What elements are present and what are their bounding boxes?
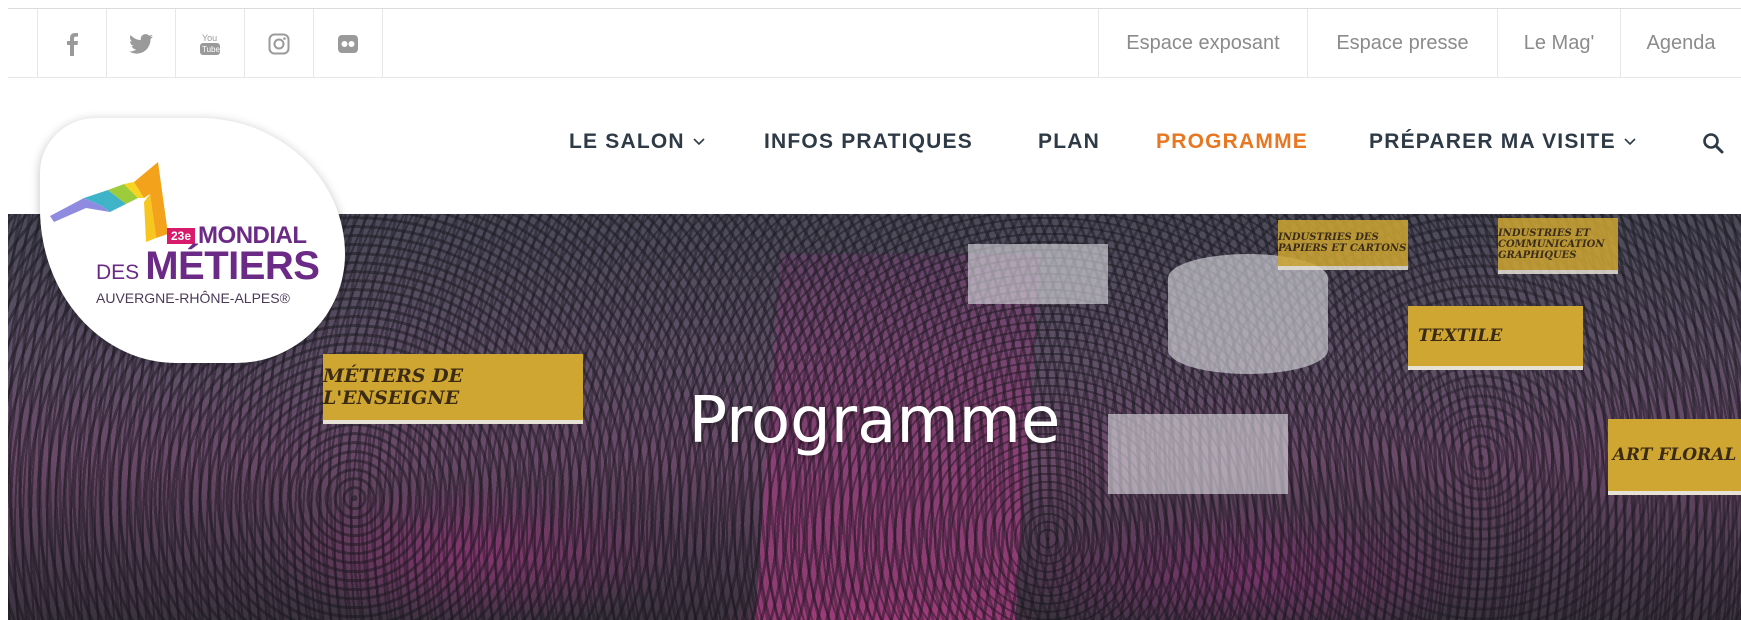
search-icon [1703, 133, 1724, 154]
logo-line-2: DES MÉTIERS [96, 244, 320, 289]
youtube-icon: You Tube [200, 33, 220, 55]
hero-sign: INDUSTRIES ET COMMUNICATION GRAPHIQUES [1498, 218, 1618, 270]
hero-sign: TEXTILE [1408, 306, 1583, 366]
facebook-icon [67, 32, 78, 56]
twitter-link[interactable] [107, 9, 176, 78]
nav-le-salon-label: LE SALON [569, 130, 685, 153]
link-agenda[interactable]: Agenda [1621, 9, 1741, 78]
hero-sign: INDUSTRIES DES PAPIERS ET CARTONS [1278, 220, 1408, 266]
logo-des: DES [96, 261, 140, 284]
twitter-icon [129, 33, 153, 54]
nav-preparer-ma-visite[interactable]: PRÉPARER MA VISITE [1369, 130, 1636, 154]
nav-plan[interactable]: PLAN [1038, 130, 1100, 154]
svg-text:Tube: Tube [202, 45, 220, 54]
hero-booth [968, 244, 1108, 304]
chevron-down-icon [693, 138, 705, 146]
link-espace-exposant[interactable]: Espace exposant [1099, 9, 1308, 78]
hero-booth [1168, 254, 1328, 374]
chevron-down-icon [1624, 138, 1636, 146]
logo-metiers: MÉTIERS [145, 244, 320, 288]
flickr-link[interactable] [314, 9, 383, 78]
search-button[interactable] [1702, 132, 1724, 159]
page-title: Programme [688, 384, 1061, 458]
logo-edition-badge: 23e [167, 228, 196, 244]
flickr-icon [338, 34, 358, 53]
utility-links: Espace exposant Espace presse Le Mag' Ag… [1098, 9, 1741, 78]
nav-infos-pratiques[interactable]: INFOS PRATIQUES [764, 130, 973, 154]
instagram-link[interactable] [245, 9, 314, 78]
facebook-link[interactable] [38, 9, 107, 78]
nav-preparer-label: PRÉPARER MA VISITE [1369, 130, 1616, 153]
nav-le-salon[interactable]: LE SALON [569, 130, 705, 154]
link-espace-presse[interactable]: Espace presse [1308, 9, 1498, 78]
link-le-mag[interactable]: Le Mag' [1498, 9, 1621, 78]
nav-programme[interactable]: PROGRAMME [1156, 130, 1308, 154]
social-links: You Tube [37, 9, 383, 78]
instagram-icon [268, 33, 290, 54]
svg-text:You: You [202, 33, 217, 43]
logo-region: AUVERGNE-RHÔNE-ALPES® [96, 290, 290, 306]
top-bar: You Tube Espace exposant Espace presse Le… [8, 8, 1741, 78]
youtube-link[interactable]: You Tube [176, 9, 245, 78]
